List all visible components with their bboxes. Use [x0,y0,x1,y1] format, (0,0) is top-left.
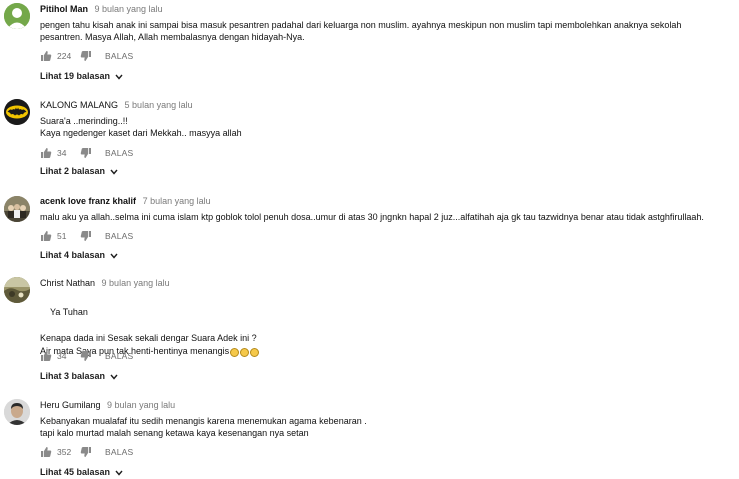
comment-body: Ya Tuhan Kenapa dada ini Sesak sekali de… [40,307,257,356]
comment-time[interactable]: 9 bulan yang lalu [102,278,170,288]
chevron-down-icon [115,470,123,476]
comment: Pitihol Man 9 bulan yang lalu pengen tah… [0,0,739,85]
comment-text: Kebanyakan mualafaf itu sedih menangis k… [40,416,367,438]
thumbs-down-icon[interactable] [80,230,92,242]
comment-header: acenk love franz khalif 7 bulan yang lal… [40,196,211,206]
reply-button[interactable]: BALAS [105,351,133,361]
bat-logo-icon [4,99,30,125]
chevron-down-icon [110,374,118,380]
comment-header: Pitihol Man 9 bulan yang lalu [40,4,163,14]
avatar[interactable] [4,399,30,425]
crying-face-icon: 😭 [240,348,250,357]
chevron-down-icon [110,253,118,259]
like-count: 34 [57,148,67,158]
comment: Christ Nathan 9 bulan yang lalu Ya Tuhan… [0,275,739,385]
profile-photo-icon [4,277,30,303]
thumbs-up-icon[interactable] [40,230,52,242]
comment-time[interactable]: 5 bulan yang lalu [125,100,193,110]
avatar[interactable] [4,3,30,29]
comment-text: malu aku ya allah..selma ini cuma islam … [40,212,704,222]
comment-text: Suara'a ..merinding..!! Kaya ngedenger k… [40,116,242,138]
thumbs-up-icon[interactable] [40,50,52,62]
comment-author[interactable]: Heru Gumilang [40,400,101,410]
like-count: 51 [57,231,67,241]
thumbs-down-icon[interactable] [80,350,92,362]
view-replies-button[interactable]: Lihat 2 balasan [40,166,118,176]
thumbs-up-icon[interactable] [40,147,52,159]
view-replies-label: Lihat 19 balasan [40,71,111,81]
like-count: 34 [57,351,67,361]
view-replies-button[interactable]: Lihat 4 balasan [40,250,118,260]
comment-header: KALONG MALANG 5 bulan yang lalu [40,100,193,110]
reply-button[interactable]: BALAS [105,231,133,241]
view-replies-label: Lihat 4 balasan [40,250,106,260]
thumbs-up-icon[interactable] [40,446,52,458]
comment: KALONG MALANG 5 bulan yang lalu Suara'a … [0,97,739,182]
view-replies-button[interactable]: Lihat 45 balasan [40,467,123,477]
thumbs-down-icon[interactable] [80,147,92,159]
view-replies-label: Lihat 2 balasan [40,166,106,176]
comment-author[interactable]: acenk love franz khalif [40,196,136,206]
comment-author[interactable]: KALONG MALANG [40,100,118,110]
comment-time[interactable]: 9 bulan yang lalu [95,4,163,14]
view-replies-button[interactable]: Lihat 19 balasan [40,71,123,81]
reply-button[interactable]: BALAS [105,148,133,158]
thumbs-up-icon[interactable] [40,350,52,362]
like-count: 224 [57,51,72,61]
comment-header: Heru Gumilang 9 bulan yang lalu [40,400,175,410]
comment-text: pengen tahu kisah anak ini sampai bisa m… [40,20,682,42]
crying-face-icon: 😭 [230,348,240,357]
chevron-down-icon [115,74,123,80]
like-count: 352 [57,447,72,457]
view-replies-button[interactable]: Lihat 3 balasan [40,371,118,381]
comment-time[interactable]: 7 bulan yang lalu [143,196,211,206]
comment: acenk love franz khalif 7 bulan yang lal… [0,193,739,268]
comment-text: Ya Tuhan Kenapa dada ini Sesak sekali de… [40,293,735,371]
thumbs-down-icon[interactable] [80,50,92,62]
view-replies-label: Lihat 3 balasan [40,371,106,381]
thumbs-down-icon[interactable] [80,446,92,458]
avatar[interactable] [4,196,30,222]
comment-author[interactable]: Pitihol Man [40,4,88,14]
view-replies-label: Lihat 45 balasan [40,467,111,477]
comment: Heru Gumilang 9 bulan yang lalu Kebanyak… [0,397,739,479]
reply-button[interactable]: BALAS [105,447,133,457]
profile-photo-icon [4,399,30,425]
avatar[interactable] [4,277,30,303]
reply-button[interactable]: BALAS [105,51,133,61]
avatar[interactable] [4,99,30,125]
comment-time[interactable]: 9 bulan yang lalu [107,400,175,410]
default-avatar-icon [4,3,30,29]
crying-face-icon: 😭 [250,348,260,357]
chevron-down-icon [110,169,118,175]
profile-photo-icon [4,196,30,222]
comment-header: Christ Nathan 9 bulan yang lalu [40,278,170,288]
comment-author[interactable]: Christ Nathan [40,278,95,288]
